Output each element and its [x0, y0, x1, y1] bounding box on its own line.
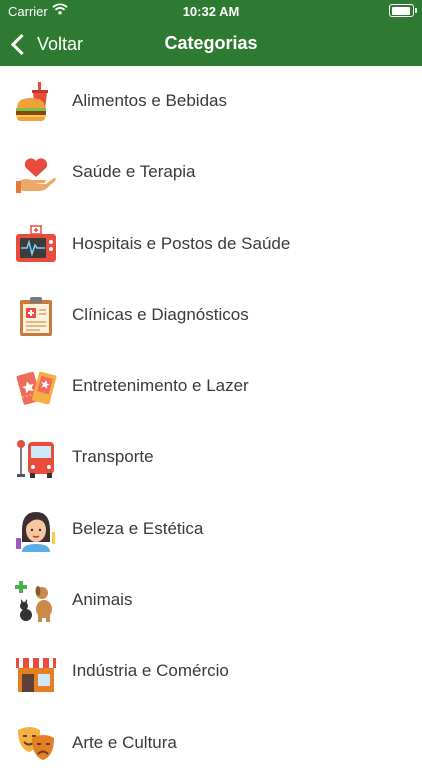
- category-item-transporte[interactable]: Transporte: [0, 422, 422, 493]
- nav-bar: Voltar Categorias: [0, 22, 422, 66]
- category-item-animais[interactable]: Animais: [0, 565, 422, 636]
- page-title: Categorias: [164, 33, 258, 53]
- tickets-icon: [16, 371, 57, 405]
- category-item-arte[interactable]: Arte e Cultura: [0, 708, 422, 779]
- woman-face-icon: [16, 511, 55, 552]
- battery-icon: [389, 4, 417, 17]
- burger-drink-icon: [16, 82, 48, 121]
- theater-masks-icon: [18, 726, 54, 760]
- category-label: Saúde e Terapia: [72, 162, 196, 182]
- category-item-saude-terapia[interactable]: Saúde e Terapia: [0, 137, 422, 208]
- heart-monitor-icon: [16, 224, 56, 262]
- category-label: Clínicas e Diagnósticos: [72, 304, 249, 324]
- category-item-beleza[interactable]: Beleza e Estética: [0, 494, 422, 565]
- bus-stop-icon: [17, 440, 54, 479]
- category-list: Alimentos e Bebidas Saúde e Terapia Hosp…: [0, 66, 422, 779]
- header-bar: Carrier 10:32 AM Voltar Categorias: [0, 0, 422, 66]
- category-label: Animais: [72, 590, 133, 610]
- category-label: Indústria e Comércio: [72, 661, 229, 681]
- category-item-clinicas[interactable]: Clínicas e Diagnósticos: [0, 280, 422, 351]
- clipboard-icon: [20, 296, 52, 336]
- status-time: 10:32 AM: [182, 4, 240, 19]
- category-item-industria[interactable]: Indústria e Comércio: [0, 636, 422, 707]
- category-item-entretenimento[interactable]: Entretenimento e Lazer: [0, 351, 422, 422]
- pets-icon: [15, 581, 52, 623]
- category-label: Beleza e Estética: [72, 518, 204, 538]
- category-label: Transporte: [72, 447, 154, 467]
- category-item-hospitais[interactable]: Hospitais e Postos de Saúde: [0, 209, 422, 280]
- category-label: Alimentos e Bebidas: [72, 91, 227, 110]
- storefront-icon: [16, 658, 56, 693]
- category-label: Hospitais e Postos de Saúde: [72, 233, 291, 253]
- category-item-alimentos-bebidas[interactable]: Alimentos e Bebidas: [0, 66, 422, 137]
- category-label: Entretenimento e Lazer: [72, 376, 249, 396]
- heart-hand-icon: [16, 158, 56, 194]
- status-bar: Carrier 10:32 AM: [0, 0, 422, 22]
